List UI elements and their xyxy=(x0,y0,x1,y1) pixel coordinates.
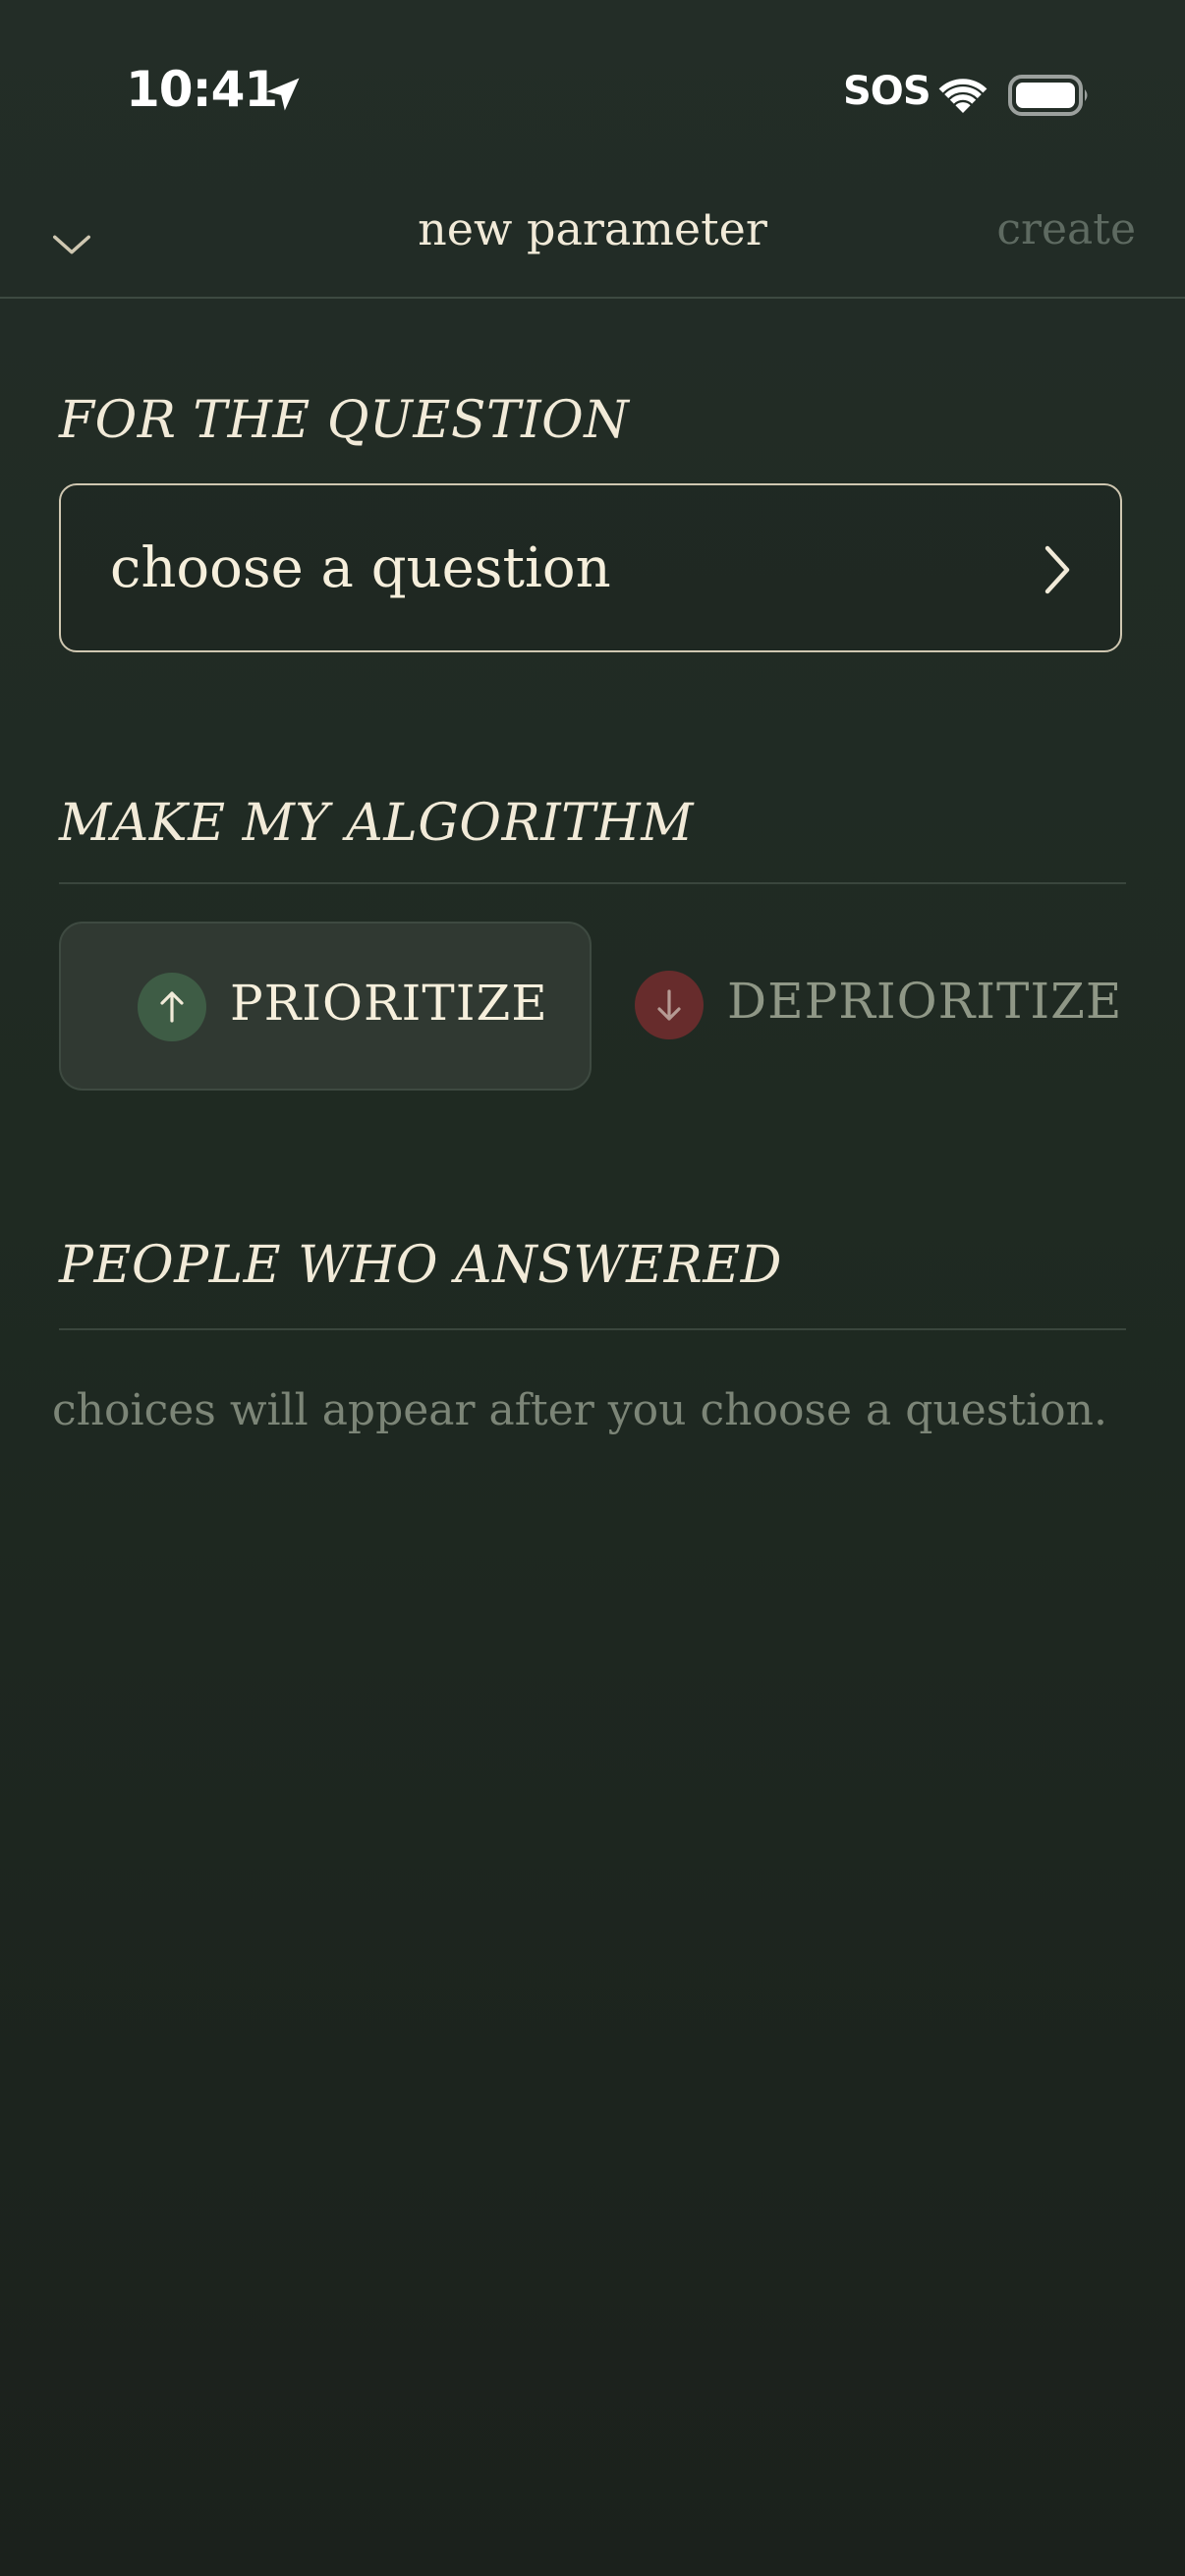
prioritize-button[interactable]: PRIORITIZE xyxy=(59,922,592,1091)
algorithm-section-heading: MAKE MY ALGORITHM xyxy=(59,794,694,853)
question-section-heading: FOR THE QUESTION xyxy=(59,391,630,450)
deprioritize-label: DEPRIORITIZE xyxy=(727,973,1123,1030)
deprioritize-icon-circle xyxy=(635,971,704,1039)
wifi-icon xyxy=(938,79,988,113)
sos-indicator: SOS xyxy=(843,69,931,114)
deprioritize-button[interactable]: DEPRIORITIZE xyxy=(609,922,1126,1091)
divider xyxy=(59,882,1126,884)
people-section-heading: PEOPLE WHO ANSWERED xyxy=(59,1236,782,1295)
status-bar: 10:41 SOS xyxy=(0,0,1185,187)
chevron-right-icon xyxy=(1044,545,1070,594)
prioritize-icon-circle xyxy=(138,973,206,1041)
status-time: 10:41 xyxy=(126,61,278,118)
arrow-up-icon xyxy=(160,991,184,1023)
arrow-down-icon xyxy=(657,989,681,1021)
location-arrow-icon xyxy=(266,78,300,111)
divider xyxy=(59,1328,1126,1330)
create-button[interactable]: create xyxy=(996,204,1136,254)
battery-icon xyxy=(1008,75,1088,116)
prioritize-label: PRIORITIZE xyxy=(230,975,548,1032)
question-picker[interactable]: choose a question xyxy=(59,483,1122,652)
nav-bar: new parameter create xyxy=(0,187,1185,299)
question-picker-label: choose a question xyxy=(110,536,611,600)
empty-state-message: choices will appear after you choose a q… xyxy=(52,1385,1107,1435)
